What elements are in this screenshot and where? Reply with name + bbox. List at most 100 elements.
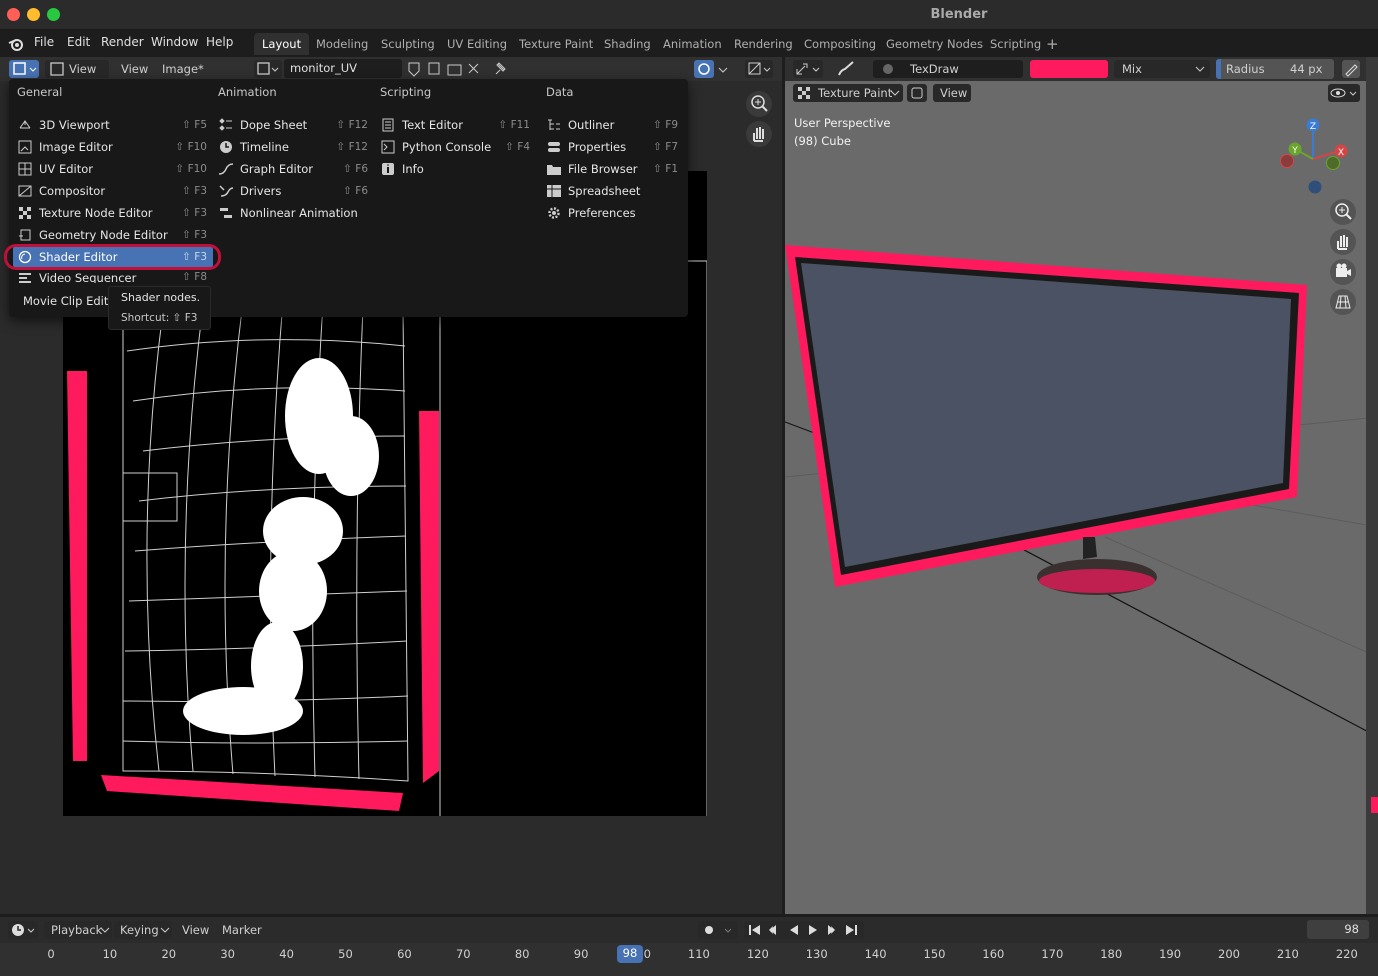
timeline-tick-label: 20	[161, 947, 177, 961]
app-title: Blender	[930, 7, 988, 22]
timeline-editor-type-button[interactable]	[8, 921, 38, 939]
timeline-tick-label: 110	[687, 947, 710, 961]
brush-selector[interactable]: TexDraw	[873, 60, 1023, 78]
tab-layout[interactable]: Layout	[254, 33, 310, 55]
tooltip: Shader nodes. Shortcut: ⇧ F3	[108, 286, 211, 330]
tab-shading[interactable]: Shading	[596, 33, 659, 55]
radius-field[interactable]: Radius 44 px	[1216, 59, 1334, 79]
overlay-toggle-button[interactable]	[694, 60, 714, 78]
mask-toggle-button[interactable]	[907, 84, 927, 102]
tab-scripting[interactable]: Scripting	[982, 33, 1049, 55]
menu-item-movie-clip-editor[interactable]: Movie Clip Editor	[13, 290, 117, 312]
menu-window[interactable]: Window	[151, 35, 198, 49]
menu-item-compositor[interactable]: Compositor ⇧ F3	[13, 180, 213, 202]
browse-image-button[interactable]	[254, 60, 282, 78]
zoom-gizmo-button[interactable]	[746, 91, 772, 117]
current-frame-indicator[interactable]: 98	[617, 945, 643, 963]
menu-item-graph-editor[interactable]: Graph Editor ⇧ F6	[214, 158, 374, 180]
menu-item-spreadsheet[interactable]: Spreadsheet	[542, 180, 684, 202]
open-folder-icon	[447, 64, 462, 76]
tab-uv-editing[interactable]: UV Editing	[439, 33, 515, 55]
editor-type-button[interactable]	[9, 60, 39, 78]
pan-view-button[interactable]	[1330, 229, 1356, 255]
spreadsheet-icon	[547, 185, 561, 197]
text-icon	[382, 118, 394, 132]
menu-item-text-editor[interactable]: Text Editor ⇧ F11	[376, 114, 536, 136]
menu-item-python-console[interactable]: Python Console ⇧ F4	[376, 136, 536, 158]
tab-animation[interactable]: Animation	[655, 33, 730, 55]
timeline-tick-label: 170	[1041, 947, 1064, 961]
menu-item-geometry-node-editor[interactable]: Geometry Node Editor ⇧ F3	[13, 224, 213, 246]
menu-item-3d-viewport[interactable]: 3D Viewport ⇧ F5	[13, 114, 213, 136]
sidebar-strip[interactable]	[1366, 57, 1378, 914]
playback-dropdown[interactable]: Playback	[44, 921, 112, 939]
menu-item-outliner[interactable]: Outliner ⇧ F9	[542, 114, 684, 136]
menu-item-dope-sheet[interactable]: Dope Sheet ⇧ F12	[214, 114, 374, 136]
editor-type-menu: General Animation Scripting Data 3D View…	[9, 79, 688, 317]
menu-item-timeline[interactable]: Timeline ⇧ F12	[214, 136, 374, 158]
menu-item-texture-node-editor[interactable]: Texture Node Editor ⇧ F3	[13, 202, 213, 224]
blender-logo-icon[interactable]	[8, 36, 24, 52]
3d-viewport[interactable]: TexDraw Mix Radius 44 px Texture Paint V…	[785, 57, 1378, 914]
timeline-tick-label: 90	[573, 947, 589, 961]
zoom-view-button[interactable]	[1330, 199, 1356, 225]
menu-item-properties[interactable]: Properties ⇧ F7	[542, 136, 684, 158]
auto-keying-button[interactable]	[698, 921, 738, 939]
chevron-down-icon[interactable]	[716, 60, 730, 78]
image-icon	[50, 62, 64, 76]
tab-sculpting[interactable]: Sculpting	[373, 33, 443, 55]
timeline-tick-label: 80	[514, 947, 530, 961]
tab-rendering[interactable]: Rendering	[726, 33, 801, 55]
play-reverse-icon	[790, 925, 798, 935]
view-mode-dropdown[interactable]: View	[45, 60, 109, 78]
menu-item-info[interactable]: Info	[376, 158, 536, 180]
menu-item-file-browser[interactable]: File Browser ⇧ F1	[542, 158, 684, 180]
timeline-editor: Playback Keying View Marker 98 220 210 2…	[0, 914, 1378, 976]
timeline-ruler[interactable]: 2202102001901801701601501401301201101009…	[0, 943, 1378, 976]
menu-view[interactable]: View	[121, 62, 148, 76]
menu-item-video-sequencer[interactable]: Video Sequencer ⇧ F8	[13, 268, 213, 283]
sidebar-color-tab[interactable]	[1371, 797, 1378, 813]
tab-texture-paint[interactable]: Texture Paint	[511, 33, 601, 55]
chevron-down-icon	[100, 927, 110, 933]
blend-mode-label: Mix	[1122, 62, 1142, 76]
image-name-field[interactable]: monitor_UV	[284, 59, 402, 78]
brush-color-swatch[interactable]	[1030, 60, 1108, 78]
timeline-view-menu[interactable]: View	[182, 923, 209, 937]
menu-item-drivers[interactable]: Drivers ⇧ F6	[214, 180, 374, 202]
viewport-editor-type-button[interactable]	[793, 60, 823, 78]
perspective-toggle-button[interactable]	[1330, 289, 1356, 315]
menu-item-uv-editor[interactable]: UV Editor ⇧ F10	[13, 158, 213, 180]
menu-image[interactable]: Image*	[162, 62, 204, 76]
tab-geometry-nodes[interactable]: Geometry Nodes	[878, 33, 991, 55]
timeline-tick-label: 60	[397, 947, 412, 961]
timeline-tick-label: 190	[1159, 947, 1182, 961]
clock-icon	[12, 924, 35, 936]
menu-edit[interactable]: Edit	[67, 35, 90, 49]
tab-compositing[interactable]: Compositing	[796, 33, 884, 55]
menu-item-preferences[interactable]: Preferences	[542, 202, 684, 224]
viewport-view-menu[interactable]: View	[933, 84, 971, 102]
menu-help[interactable]: Help	[206, 35, 233, 49]
axis-navigation-gizmo[interactable]: Z X Y	[1275, 117, 1351, 199]
blend-mode-dropdown[interactable]: Mix	[1114, 60, 1210, 78]
visibility-dropdown[interactable]	[1328, 84, 1360, 102]
display-channels-dropdown[interactable]	[745, 60, 773, 78]
menu-render[interactable]: Render	[101, 35, 144, 49]
current-frame-field[interactable]: 98	[1307, 920, 1369, 939]
add-workspace-button[interactable]: +	[1046, 35, 1059, 53]
menu-item-nonlinear-animation[interactable]: Nonlinear Animation	[214, 202, 374, 224]
pressure-pen-icon[interactable]	[1342, 60, 1360, 78]
mode-dropdown[interactable]: Texture Paint	[793, 84, 903, 102]
fake-user-icon	[408, 62, 420, 77]
camera-view-button[interactable]	[1330, 259, 1356, 285]
menu-file[interactable]: File	[34, 35, 54, 49]
monitor-stand-accent	[1039, 569, 1155, 593]
tab-modeling[interactable]: Modeling	[308, 33, 376, 55]
timeline-marker-menu[interactable]: Marker	[222, 923, 262, 937]
menu-item-image-editor[interactable]: Image Editor ⇧ F10	[13, 136, 213, 158]
brush-icon[interactable]	[835, 60, 857, 78]
pin-icon[interactable]	[492, 60, 508, 78]
keying-dropdown[interactable]: Keying	[114, 921, 172, 939]
pan-gizmo-button[interactable]	[746, 121, 772, 147]
